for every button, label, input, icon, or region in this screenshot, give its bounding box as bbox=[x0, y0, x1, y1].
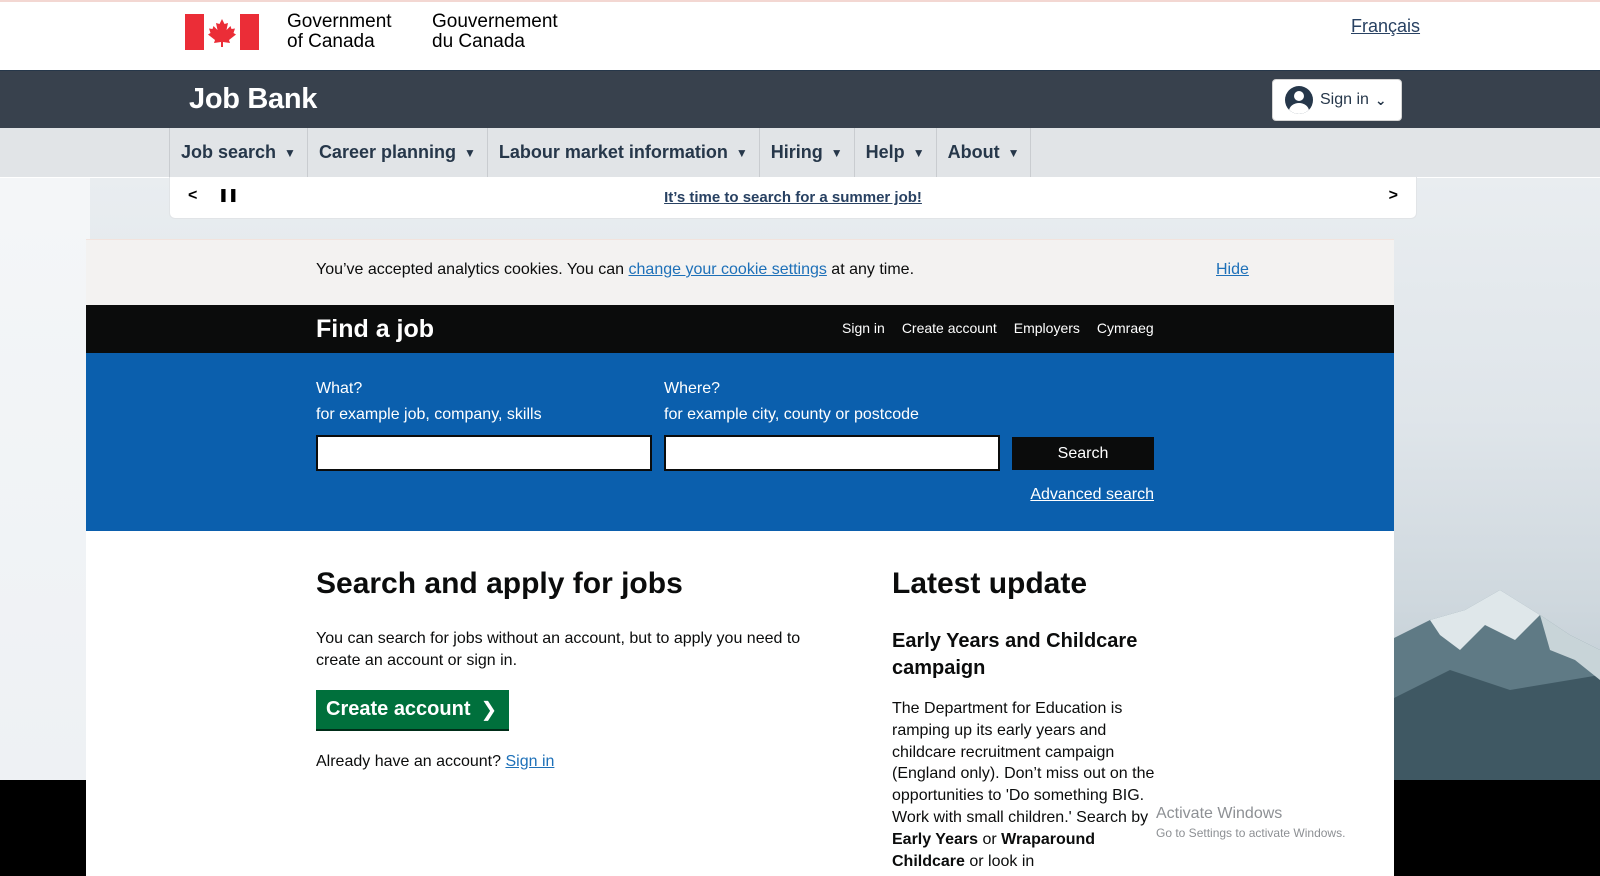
page-heading: Search and apply for jobs bbox=[316, 567, 683, 600]
what-hint: for example job, company, skills bbox=[316, 406, 542, 423]
intro-paragraph: You can search for jobs without an accou… bbox=[316, 630, 801, 669]
mountain-image bbox=[1390, 590, 1600, 780]
nav-item-label: Job search bbox=[181, 142, 277, 162]
update-subheading: Early Years and Childcare campaign bbox=[892, 630, 1138, 679]
what-input[interactable] bbox=[316, 435, 652, 471]
nav-item-hiring[interactable]: Hiring ▼ bbox=[760, 128, 855, 177]
cookie-message: You’ve accepted analytics cookies. You c… bbox=[316, 261, 914, 279]
nav-item-career-planning[interactable]: Career planning ▼ bbox=[308, 128, 488, 177]
chevron-right-icon: ❯ bbox=[480, 699, 498, 721]
nav-item-help[interactable]: Help ▼ bbox=[855, 128, 937, 177]
header-sign-in-link[interactable]: Sign in bbox=[842, 320, 885, 336]
sign-in-link[interactable]: Sign in bbox=[505, 753, 554, 770]
advanced-search-link[interactable]: Advanced search bbox=[1030, 486, 1154, 504]
nav-item-about[interactable]: About ▼ bbox=[937, 128, 1032, 177]
header-create-account-link[interactable]: Create account bbox=[902, 320, 997, 336]
service-title[interactable]: Find a job bbox=[316, 315, 434, 344]
what-label: What? bbox=[316, 380, 363, 397]
chevron-down-icon: ▼ bbox=[830, 145, 843, 160]
create-account-button[interactable]: Create account ❯ bbox=[316, 690, 510, 729]
nav-item-labour-market[interactable]: Labour market information ▼ bbox=[488, 128, 760, 177]
canada-flag-icon bbox=[185, 14, 259, 50]
search-panel: What? for example job, company, skills W… bbox=[86, 353, 1394, 531]
update-paragraph: The Department for Education is ramping … bbox=[892, 698, 1162, 872]
nav-item-label: Career planning bbox=[318, 142, 456, 162]
where-hint: for example city, county or postcode bbox=[664, 406, 919, 423]
gc-wordmark-en: Government of Canada bbox=[287, 12, 392, 52]
where-input[interactable] bbox=[664, 435, 1000, 471]
cookie-hide-link[interactable]: Hide bbox=[1216, 261, 1249, 279]
chevron-down-icon: ▼ bbox=[735, 145, 748, 160]
nav-item-label: Hiring bbox=[770, 142, 823, 162]
gc-wordmark-fr: Gouvernement du Canada bbox=[432, 12, 558, 52]
cookie-settings-link[interactable]: change your cookie settings bbox=[629, 261, 827, 278]
cookie-banner: You’ve accepted analytics cookies. You c… bbox=[86, 239, 1394, 305]
chevron-down-icon: ▼ bbox=[912, 145, 925, 160]
chevron-right-icon[interactable]: > bbox=[1389, 187, 1398, 205]
background-left bbox=[0, 178, 90, 780]
carousel-message-link[interactable]: It’s time to search for a summer job! bbox=[170, 189, 1416, 206]
find-a-job-header: Find a job Sign in Create account Employ… bbox=[86, 305, 1394, 353]
update-text: The Department for Education is ramping … bbox=[892, 700, 1155, 826]
nav-item-label: About bbox=[947, 142, 1000, 162]
nav-item-label: Help bbox=[865, 142, 905, 162]
gc-header: Government of Canada Gouvernement du Can… bbox=[0, 0, 1600, 70]
nav-item-job-search[interactable]: Job search ▼ bbox=[169, 128, 308, 177]
header-cymraeg-link[interactable]: Cymraeg bbox=[1097, 320, 1154, 336]
search-button[interactable]: Search bbox=[1012, 437, 1154, 470]
site-title[interactable]: Job Bank bbox=[189, 83, 317, 116]
nav-item-label: Labour market information bbox=[498, 142, 728, 162]
header-employers-link[interactable]: Employers bbox=[1014, 320, 1080, 336]
os-activation-watermark: Activate Windows Go to Settings to activ… bbox=[1156, 805, 1345, 840]
create-account-label: Create account bbox=[326, 698, 471, 720]
wordmark-line: Gouvernement bbox=[432, 11, 558, 32]
language-toggle-link[interactable]: Français bbox=[1351, 16, 1420, 37]
update-text: or look in bbox=[964, 852, 1035, 870]
job-bank-bar: Job Bank Sign in ⌄ bbox=[0, 70, 1600, 128]
update-bold-early-years: Early Years bbox=[892, 830, 979, 848]
wordmark-line: of Canada bbox=[287, 31, 375, 52]
latest-update-heading: Latest update bbox=[892, 567, 1088, 600]
user-icon bbox=[1285, 86, 1313, 114]
cookie-text-after: at any time. bbox=[826, 261, 915, 278]
sign-in-label: Sign in bbox=[1320, 91, 1369, 108]
chevron-down-icon: ▼ bbox=[1007, 145, 1020, 160]
wordmark-line: du Canada bbox=[432, 31, 525, 52]
cookie-text-before: You’ve accepted analytics cookies. You c… bbox=[316, 261, 629, 278]
where-label: Where? bbox=[664, 380, 721, 397]
sign-in-menu-button[interactable]: Sign in ⌄ bbox=[1272, 79, 1402, 121]
header-links: Sign in Create account Employers Cymraeg bbox=[842, 320, 1154, 336]
main-nav: Job search ▼ Career planning ▼ Labour ma… bbox=[0, 128, 1600, 177]
announcement-carousel: < ❚❚ It’s time to search for a summer jo… bbox=[169, 177, 1417, 219]
watermark-line1: Activate Windows bbox=[1156, 805, 1283, 822]
already-text: Already have an account? bbox=[316, 753, 506, 770]
already-have-account: Already have an account? Sign in bbox=[316, 753, 554, 771]
chevron-down-icon: ▼ bbox=[463, 145, 476, 160]
wordmark-line: Government bbox=[287, 11, 392, 32]
watermark-line2: Go to Settings to activate Windows. bbox=[1156, 826, 1346, 840]
update-text: or bbox=[978, 830, 1002, 848]
chevron-down-icon: ⌄ bbox=[1374, 91, 1387, 108]
chevron-down-icon: ▼ bbox=[284, 145, 296, 160]
